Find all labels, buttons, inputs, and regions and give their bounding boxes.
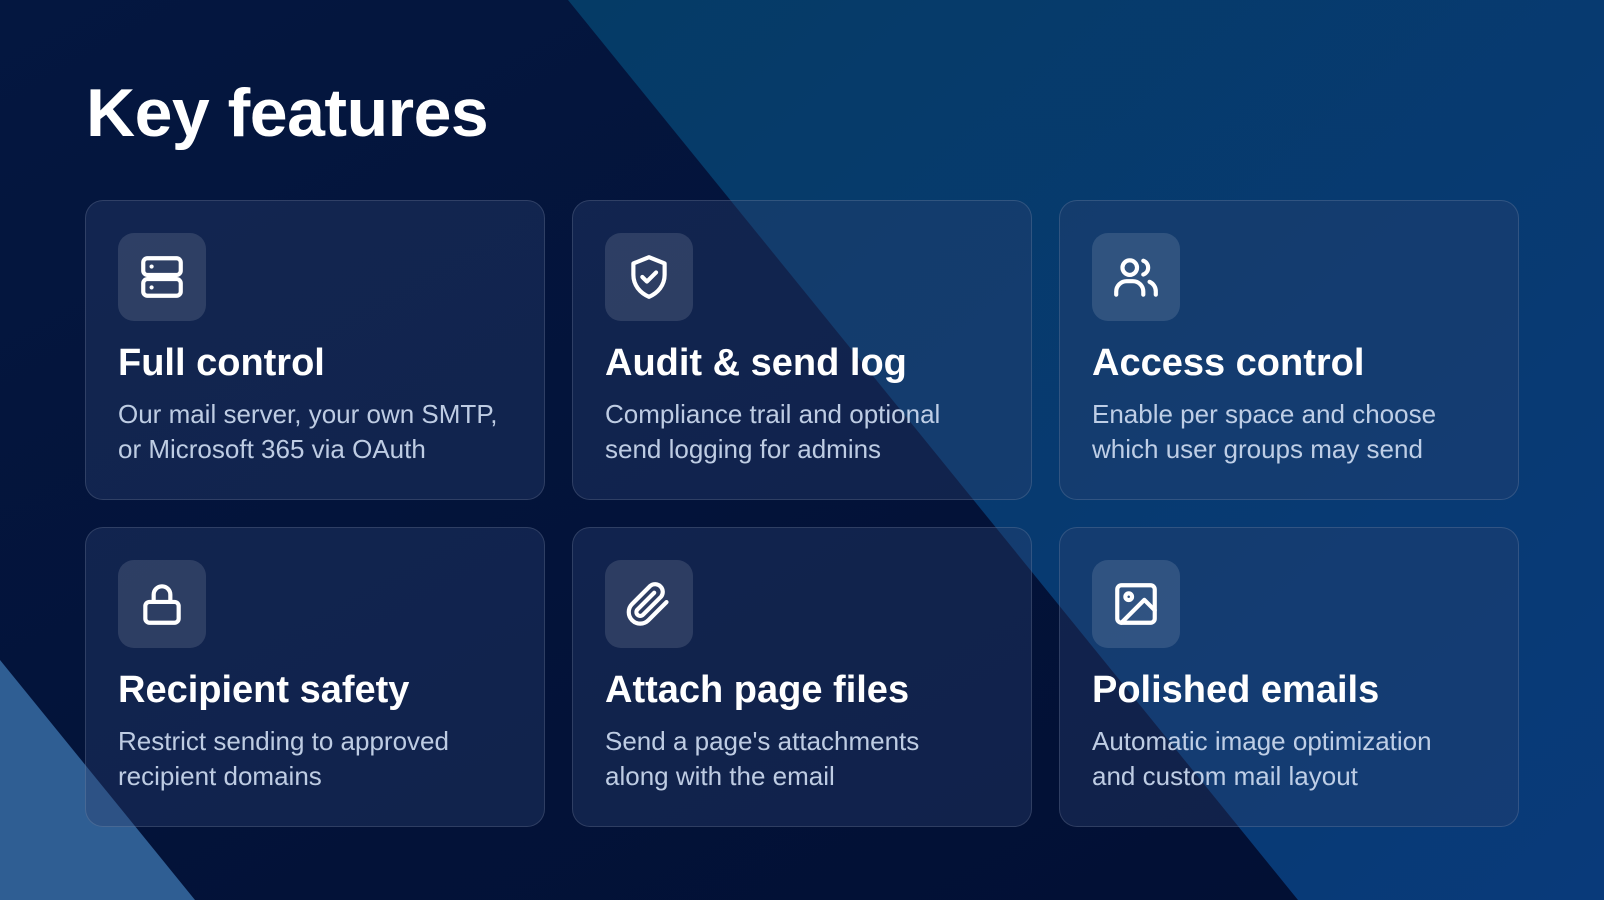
feature-icon-tile (1092, 560, 1180, 648)
feature-icon-tile (1092, 233, 1180, 321)
users-icon (1114, 258, 1158, 297)
server-icon (141, 256, 183, 298)
features-grid: Full control Our mail server, your own S… (85, 200, 1519, 827)
feature-title: Recipient safety (118, 669, 410, 711)
feature-title: Full control (118, 342, 325, 384)
feature-card-full-control: Full control Our mail server, your own S… (85, 200, 545, 500)
page-title: Key features (86, 75, 489, 151)
feature-description: Our mail server, your own SMTP, or Micro… (118, 398, 498, 464)
paperclip-icon (626, 582, 669, 626)
shield-check-icon (631, 255, 667, 299)
feature-description: Enable per space and choose which user g… (1092, 398, 1437, 464)
feature-card-audit-send-log: Audit & send log Compliance trail and op… (572, 200, 1032, 500)
feature-title: Audit & send log (605, 342, 907, 384)
feature-description: Restrict sending to approved recipient d… (118, 725, 449, 791)
feature-card-polished-emails: Polished emails Automatic image optimiza… (1059, 527, 1519, 827)
feature-card-access-control: Access control Enable per space and choo… (1059, 200, 1519, 500)
feature-icon-tile (118, 233, 206, 321)
feature-card-recipient-safety: Recipient safety Restrict sending to app… (85, 527, 545, 827)
feature-description: Compliance trail and optional send loggi… (605, 398, 941, 464)
feature-icon-tile (605, 233, 693, 321)
lock-icon (143, 584, 181, 625)
image-icon (1115, 583, 1157, 625)
feature-description: Send a page's attachments along with the… (605, 725, 920, 791)
feature-title: Attach page files (605, 669, 910, 711)
feature-title: Polished emails (1092, 669, 1380, 711)
feature-description: Automatic image optimization and custom … (1092, 725, 1432, 791)
feature-card-attach-page-files: Attach page files Send a page's attachme… (572, 527, 1032, 827)
feature-icon-tile (118, 560, 206, 648)
feature-icon-tile (605, 560, 693, 648)
feature-title: Access control (1092, 342, 1365, 384)
